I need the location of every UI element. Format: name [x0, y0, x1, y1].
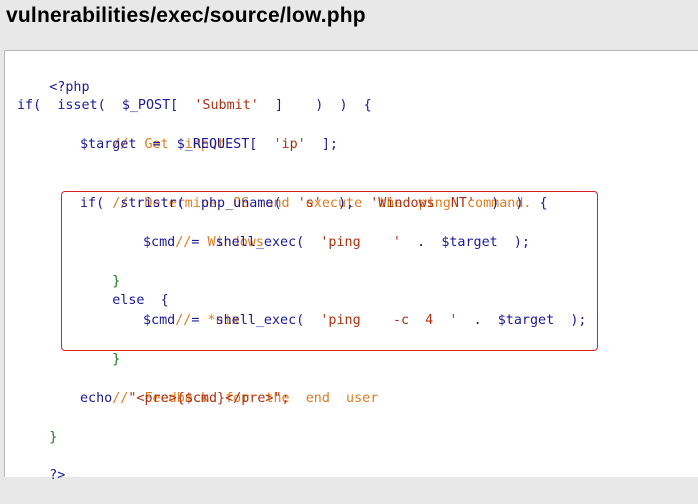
- php-close-tag: ?>: [49, 468, 66, 483]
- pre-output-string: "<pre>{$cmd}</pre>";: [128, 391, 290, 406]
- assign-op: =: [152, 137, 161, 152]
- code-line-echo: echo "<pre>{$cmd}</pre>";: [80, 389, 290, 408]
- target-var: $target: [80, 137, 137, 152]
- post-var: $_POST[: [121, 98, 179, 113]
- if-keyword: if(: [17, 98, 42, 113]
- submit-string: 'Submit': [194, 98, 259, 113]
- code-line-if-isset: if( isset( $_POST[ 'Submit' ] ) ) {: [17, 96, 372, 115]
- isset-call: isset(: [57, 98, 106, 113]
- echo-keyword: echo: [80, 391, 113, 406]
- brace-close-3: }: [49, 430, 58, 445]
- request-var: $_REQUEST[: [176, 137, 258, 152]
- php-open-tag: <?php: [49, 80, 90, 95]
- code-line-comment-feedback: // Feedback for the end user: [80, 370, 378, 406]
- page-title: vulnerabilities/exec/source/low.php: [6, 4, 366, 27]
- code-line-target-assign: $target = $_REQUEST[ 'ip' ];: [80, 135, 338, 154]
- request-close: ];: [321, 137, 338, 152]
- ip-string: 'ip': [273, 137, 306, 152]
- code-line-php-open: <?php: [17, 59, 89, 95]
- if-close: ] ) ) {: [275, 98, 372, 113]
- brace-close-2: }: [112, 352, 121, 367]
- code-line-comment-get-input: // Get input: [80, 116, 225, 152]
- code-line-close-brace-3: }: [17, 409, 57, 445]
- code-line-php-close: ?>: [17, 447, 65, 483]
- highlight-annotation-box: [61, 191, 598, 351]
